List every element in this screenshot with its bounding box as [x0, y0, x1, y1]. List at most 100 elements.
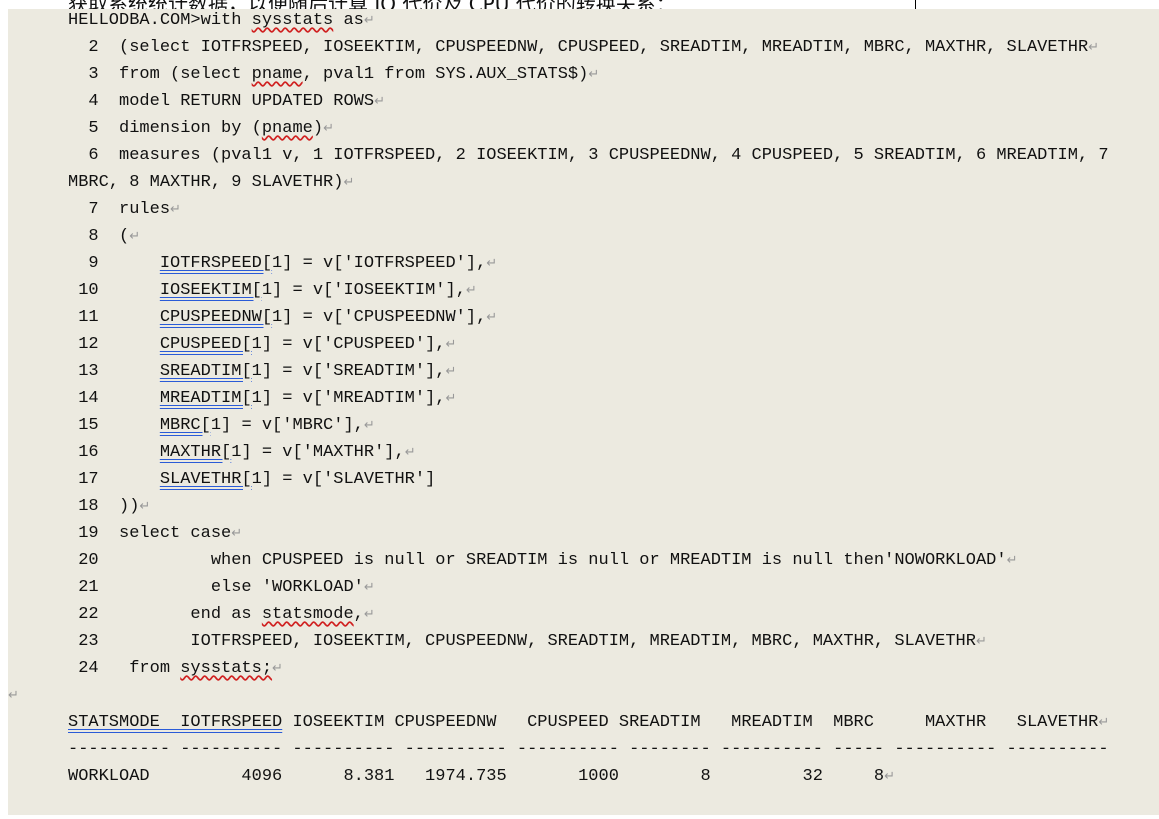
- code-text: 1] = v['MAXTHR'],: [231, 443, 405, 462]
- code-text: 3 from (select: [68, 65, 252, 84]
- paragraph-mark-icon: ↵: [445, 337, 457, 352]
- code-text: 19 select case: [68, 524, 232, 543]
- code-line: 16 MAXTHR[1] = v['MAXTHR'],↵: [68, 439, 1109, 466]
- code-text: 23 IOTFRSPEED, IOSEEKTIM, CPUSPEEDNW, SR…: [68, 632, 976, 651]
- code-line: 10 IOSEEKTIM[1] = v['IOSEEKTIM'],↵: [68, 277, 1109, 304]
- code-text: 17: [68, 470, 160, 489]
- code-line: WORKLOAD 4096 8.381 1974.735 1000 8 32 8…: [68, 763, 1109, 790]
- code-text: 1] = v['CPUSPEED'],: [251, 335, 446, 354]
- grammar-underlined-text: MREADTIM[: [159, 389, 252, 408]
- code-text: ,: [353, 605, 364, 624]
- code-text: ): [312, 119, 324, 138]
- code-text: 9: [68, 254, 160, 273]
- code-line: 8 (↵: [68, 223, 1109, 250]
- code-line: 13 SREADTIM[1] = v['SREADTIM'],↵: [68, 358, 1109, 385]
- paragraph-mark-icon: ↵: [139, 499, 151, 514]
- code-line: ---------- ---------- ---------- -------…: [68, 736, 1109, 763]
- paragraph-mark-icon: ↵: [1006, 553, 1018, 568]
- paragraph-mark-icon: ↵: [363, 13, 375, 28]
- code-text: 1] = v['MBRC'],: [210, 416, 364, 435]
- code-text: 1] = v['IOTFRSPEED'],: [272, 254, 487, 273]
- code-text: 12: [68, 335, 160, 354]
- paragraph-mark-icon: ↵: [445, 364, 457, 379]
- grammar-underlined-text: IOSEEKTIM[: [159, 281, 262, 300]
- code-text: 4 model RETURN UPDATED ROWS: [68, 92, 375, 111]
- paragraph-mark-icon: ↵: [231, 526, 243, 541]
- code-line: 3 from (select pname, pval1 from SYS.AUX…: [68, 61, 1109, 88]
- code-text: WORKLOAD 4096 8.381 1974.735 1000 8 32 8: [68, 767, 885, 786]
- code-text: 18 )): [68, 497, 140, 516]
- code-line: HELLODBA.COM>with sysstats as↵: [68, 7, 1109, 34]
- code-line: 5 dimension by (pname)↵: [68, 115, 1109, 142]
- paragraph-mark-icon: ↵: [272, 661, 283, 676]
- code-text: 11: [68, 308, 160, 327]
- code-text: 1] = v['SREADTIM'],: [251, 362, 446, 381]
- grammar-underlined-text: SLAVETHR[: [159, 470, 252, 489]
- code-text: 16: [68, 443, 160, 462]
- code-line: 18 ))↵: [68, 493, 1109, 520]
- code-text: 14: [68, 389, 160, 408]
- paragraph-mark-icon: ↵: [323, 121, 334, 136]
- code-line: 24 from sysstats;↵: [68, 655, 1109, 682]
- paragraph-mark-icon: ↵: [445, 391, 457, 406]
- code-line: 20 when CPUSPEED is null or SREADTIM is …: [68, 547, 1109, 574]
- code-text: 6 measures (pval1 v, 1 IOTFRSPEED, 2 IOS…: [68, 146, 1109, 165]
- code-text: MBRC, 8 MAXTHR, 9 SLAVETHR): [68, 173, 344, 192]
- paragraph-mark-icon: ↵: [486, 256, 498, 271]
- code-text: as: [333, 11, 364, 30]
- code-text: 10: [68, 281, 160, 300]
- paragraph-mark-icon: ↵: [374, 94, 385, 109]
- grammar-underlined-text: MAXTHR[: [159, 443, 232, 462]
- spellcheck-underlined-text: sysstats: [251, 11, 334, 30]
- paragraph-mark-icon: ↵: [588, 67, 600, 82]
- paragraph-mark-icon: ↵: [343, 175, 355, 190]
- grammar-underlined-text: CPUSPEED[: [159, 335, 252, 354]
- code-line: 15 MBRC[1] = v['MBRC'],↵: [68, 412, 1109, 439]
- code-line: MBRC, 8 MAXTHR, 9 SLAVETHR)↵: [68, 169, 1109, 196]
- code-line: 9 IOTFRSPEED[1] = v['IOTFRSPEED'],↵: [68, 250, 1109, 277]
- spellcheck-underlined-text: pname: [251, 65, 303, 84]
- spellcheck-underlined-text: pname: [261, 119, 313, 138]
- code-text: 1] = v['IOSEEKTIM'],: [261, 281, 466, 300]
- code-text: 20 when CPUSPEED is null or SREADTIM is …: [68, 551, 1007, 570]
- code-line: ↵: [8, 682, 1109, 709]
- grammar-underlined-text: IOTFRSPEED[: [159, 254, 273, 273]
- code-text: IOSEEKTIM CPUSPEEDNW CPUSPEED SREADTIM M…: [282, 713, 1099, 732]
- paragraph-mark-icon: ↵: [884, 769, 896, 784]
- code-text: HELLODBA.COM>with: [68, 11, 252, 30]
- code-text: 7 rules: [68, 200, 171, 219]
- code-line: 23 IOTFRSPEED, IOSEEKTIM, CPUSPEEDNW, SR…: [68, 628, 1109, 655]
- code-line: 2 (select IOTFRSPEED, IOSEEKTIM, CPUSPEE…: [68, 34, 1109, 61]
- paragraph-mark-icon: ↵: [465, 283, 477, 298]
- code-text: , pval1 from SYS.AUX_STATS$): [302, 65, 589, 84]
- sql-code-listing[interactable]: HELLODBA.COM>with sysstats as↵ 2 (select…: [8, 7, 1109, 790]
- code-line: 14 MREADTIM[1] = v['MREADTIM'],↵: [68, 385, 1109, 412]
- grammar-underlined-text: CPUSPEEDNW[: [159, 308, 273, 327]
- code-text: 5 dimension by (: [68, 119, 262, 138]
- code-text: 1] = v['SLAVETHR']: [251, 470, 436, 489]
- code-line: STATSMODE IOTFRSPEED IOSEEKTIM CPUSPEEDN…: [68, 709, 1109, 736]
- code-text: 24 from: [68, 659, 181, 678]
- code-text: ---------- ---------- ---------- -------…: [68, 740, 1109, 759]
- code-text: 1] = v['MREADTIM'],: [251, 389, 446, 408]
- code-line: 12 CPUSPEED[1] = v['CPUSPEED'],↵: [68, 331, 1109, 358]
- spellcheck-underlined-text: statsmode: [261, 605, 354, 624]
- code-line: 19 select case↵: [68, 520, 1109, 547]
- paragraph-mark-icon: ↵: [129, 229, 141, 244]
- grammar-underlined-text: MBRC[: [159, 416, 211, 435]
- paragraph-mark-icon: ↵: [1088, 40, 1100, 55]
- grammar-underlined-text: SREADTIM[: [159, 362, 252, 381]
- code-text: 8 (: [68, 227, 130, 246]
- code-text: 1] = v['CPUSPEEDNW'],: [272, 308, 487, 327]
- paragraph-mark-icon: ↵: [975, 634, 987, 649]
- paragraph-mark-icon: ↵: [170, 202, 181, 217]
- code-line: 17 SLAVETHR[1] = v['SLAVETHR']: [68, 466, 1109, 493]
- code-text: 22 end as: [68, 605, 262, 624]
- code-line: 21 else 'WORKLOAD'↵: [68, 574, 1109, 601]
- code-text: 21 else 'WORKLOAD': [68, 578, 364, 597]
- code-line: 11 CPUSPEEDNW[1] = v['CPUSPEEDNW'],↵: [68, 304, 1109, 331]
- code-line: 7 rules↵: [68, 196, 1109, 223]
- paragraph-mark-icon: ↵: [486, 310, 498, 325]
- paragraph-mark-icon: ↵: [363, 418, 375, 433]
- paragraph-mark-icon: ↵: [363, 580, 375, 595]
